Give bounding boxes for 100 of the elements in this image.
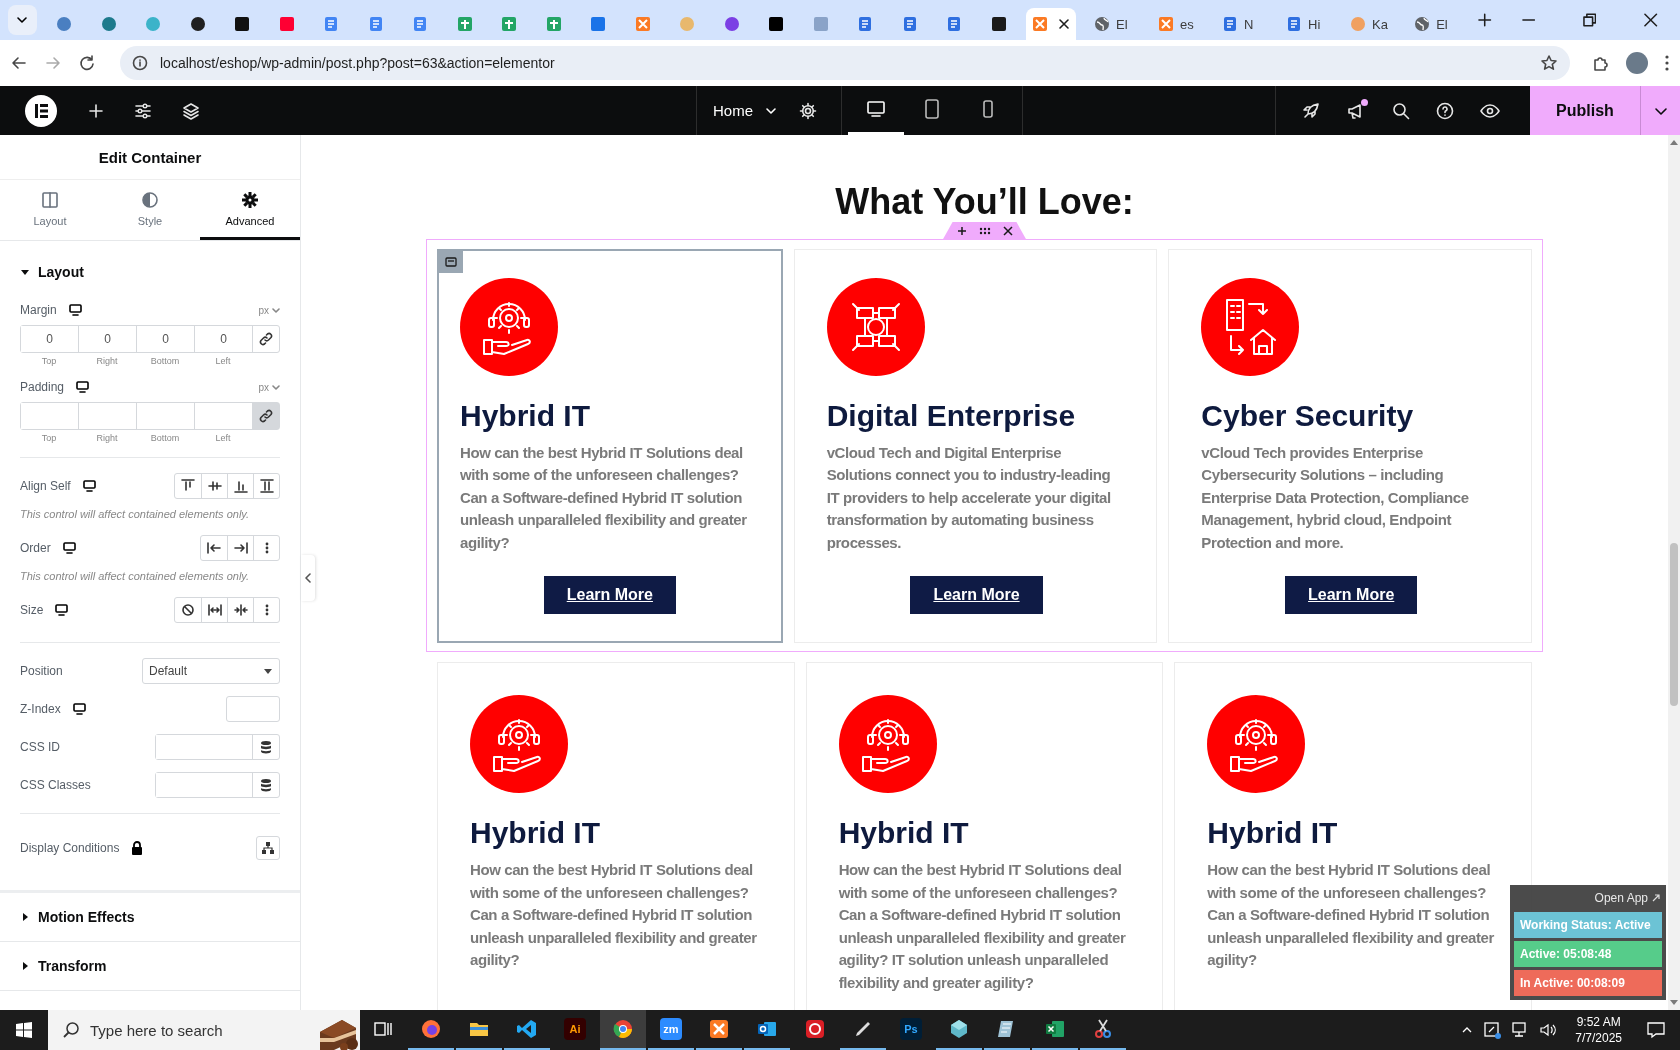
- input-caption: Right: [95, 356, 119, 366]
- browser-tab[interactable]: Hi: [1278, 8, 1333, 40]
- panel-collapse-button[interactable]: [301, 555, 315, 601]
- taskbar-app[interactable]: Ai: [552, 1010, 598, 1050]
- browser-tab[interactable]: N: [1214, 8, 1269, 40]
- section-header[interactable]: Transform: [0, 942, 300, 990]
- panel-tab[interactable]: Layout: [0, 180, 100, 240]
- input-caption: Left: [214, 356, 232, 366]
- scrollbar[interactable]: [1668, 135, 1680, 1010]
- button-group[interactable]: [200, 535, 280, 561]
- link-values-button[interactable]: [253, 403, 279, 429]
- volume-icon[interactable]: [1539, 1021, 1558, 1039]
- responsive-monitor-icon[interactable]: [68, 304, 82, 316]
- card-text: vCloud Tech and Digital Enterprise Solutions connect you to industry-leading IT providers to help accelerate your digital transformation by automating business processes.: [826, 442, 1112, 553]
- more-icon[interactable]: [1664, 54, 1670, 72]
- caret-down-icon: [263, 666, 273, 676]
- code-editor-icon: [516, 1018, 538, 1040]
- browser-tab[interactable]: El: [1085, 8, 1140, 40]
- tab-search-button[interactable]: [8, 5, 37, 35]
- address-field[interactable]: localhost/eshop/wp-admin/post.php?post=63&action=elementor: [120, 46, 1570, 80]
- restore-icon[interactable]: [1583, 13, 1597, 27]
- new-tab-icon[interactable]: [1478, 13, 1492, 27]
- stretch-icon: [258, 478, 275, 494]
- text-field[interactable]: [155, 734, 280, 760]
- sync-app-icon[interactable]: [1483, 1021, 1502, 1039]
- align-end-icon: [232, 478, 249, 494]
- unit-dropdown[interactable]: px: [258, 304, 280, 316]
- help-icon[interactable]: [1436, 101, 1454, 120]
- search-icon[interactable]: [1392, 101, 1410, 120]
- card-text: How can the best Hybrid IT Solutions deal with some of the unforeseen challenges? Can a Software-defined Hybrid IT solution unleash unparalleled flexibility and greater agility? IT solution unleash unparalleled flexibility and greater agility?: [838, 860, 1127, 993]
- dimension-input[interactable]: [21, 403, 79, 429]
- browser-tab[interactable]: El: [1406, 8, 1461, 40]
- columns-icon: [41, 190, 59, 209]
- settings-sliders-icon[interactable]: [134, 101, 152, 120]
- page-dropdown[interactable]: Home: [713, 102, 777, 119]
- reload-icon[interactable]: [78, 54, 96, 72]
- learn-more-button[interactable]: Learn More: [1285, 576, 1418, 615]
- add-icon[interactable]: [956, 226, 967, 236]
- taskbar-search-field[interactable]: Type here to search: [48, 1010, 360, 1050]
- button-group[interactable]: [174, 473, 280, 499]
- dimensions-field[interactable]: [20, 402, 280, 430]
- layers-icon[interactable]: [182, 101, 200, 120]
- panel-tab[interactable]: Style: [100, 180, 200, 240]
- rocket-icon[interactable]: [1302, 101, 1320, 120]
- conditions-button[interactable]: [256, 836, 280, 860]
- close-icon[interactable]: [1644, 13, 1658, 27]
- feature-icon: [470, 695, 568, 793]
- chevron-down-icon: [272, 383, 280, 391]
- control-label: CSS ID: [20, 740, 60, 754]
- publish-button[interactable]: Publish: [1530, 86, 1640, 135]
- chevron-left-icon: [304, 573, 312, 583]
- star-icon[interactable]: [1540, 54, 1558, 72]
- help-text: This control will affect contained elements only.: [20, 508, 251, 520]
- caret-down-icon: [20, 267, 30, 277]
- panel-title: Edit Container: [0, 135, 300, 180]
- more-icon: [264, 542, 269, 554]
- xampp-icon: [708, 1018, 730, 1040]
- desktop-icon: [866, 99, 886, 119]
- section-header[interactable]: Layout: [0, 245, 300, 299]
- section-header[interactable]: Motion Effects: [0, 893, 300, 941]
- profile-avatar[interactable]: [1626, 52, 1648, 74]
- element-icon: [445, 257, 457, 267]
- responsive-monitor-icon[interactable]: [55, 604, 69, 616]
- number-input[interactable]: [226, 696, 280, 722]
- back-icon[interactable]: [10, 54, 28, 72]
- link-icon: [259, 332, 273, 346]
- clock[interactable]: 9:52 AM 7/7/2025: [1575, 1014, 1622, 1046]
- card-title: Hybrid IT: [1207, 815, 1339, 851]
- search-input[interactable]: Type here to search: [88, 1020, 308, 1040]
- scrollbar-thumb[interactable]: [1670, 543, 1678, 706]
- responsive-monitor-icon[interactable]: [82, 480, 96, 492]
- button-group[interactable]: [174, 597, 280, 623]
- puzzle-icon[interactable]: [1592, 54, 1610, 72]
- close-icon[interactable]: [1002, 226, 1013, 236]
- control-label: Position: [20, 664, 63, 678]
- scroll-up-icon: [1670, 139, 1678, 145]
- taskbar-app[interactable]: Ps: [888, 1010, 934, 1050]
- preview-eye-icon[interactable]: [1480, 101, 1500, 120]
- dimension-input[interactable]: 0: [21, 326, 79, 352]
- responsive-monitor-icon[interactable]: [62, 542, 76, 554]
- unit-dropdown[interactable]: px: [258, 381, 280, 393]
- open-app-link[interactable]: Open App: [1594, 891, 1648, 905]
- close-icon[interactable]: [1058, 18, 1071, 30]
- responsive-monitor-icon[interactable]: [72, 703, 86, 715]
- dimensions-field[interactable]: 0 0 0 0: [20, 325, 280, 353]
- browser-tab[interactable]: Ka: [1342, 8, 1397, 40]
- browser-tab[interactable]: es: [1150, 8, 1205, 40]
- taskbar-app[interactable]: [600, 1010, 646, 1050]
- drag-grip-icon[interactable]: [978, 227, 991, 235]
- external-link-icon[interactable]: [1652, 894, 1660, 902]
- panel-tab[interactable]: Advanced: [200, 180, 300, 240]
- position-select[interactable]: Default: [142, 658, 280, 684]
- responsive-monitor-icon[interactable]: [76, 381, 90, 393]
- element-edit-handle[interactable]: [439, 251, 463, 273]
- elementor-logo-icon[interactable]: [24, 93, 58, 128]
- notifications-icon[interactable]: [1646, 1020, 1666, 1040]
- learn-more-button[interactable]: Learn More: [543, 576, 676, 615]
- learn-more-button[interactable]: Learn More: [910, 576, 1043, 615]
- settings-icon[interactable]: [799, 101, 817, 120]
- text-field[interactable]: [155, 772, 280, 798]
